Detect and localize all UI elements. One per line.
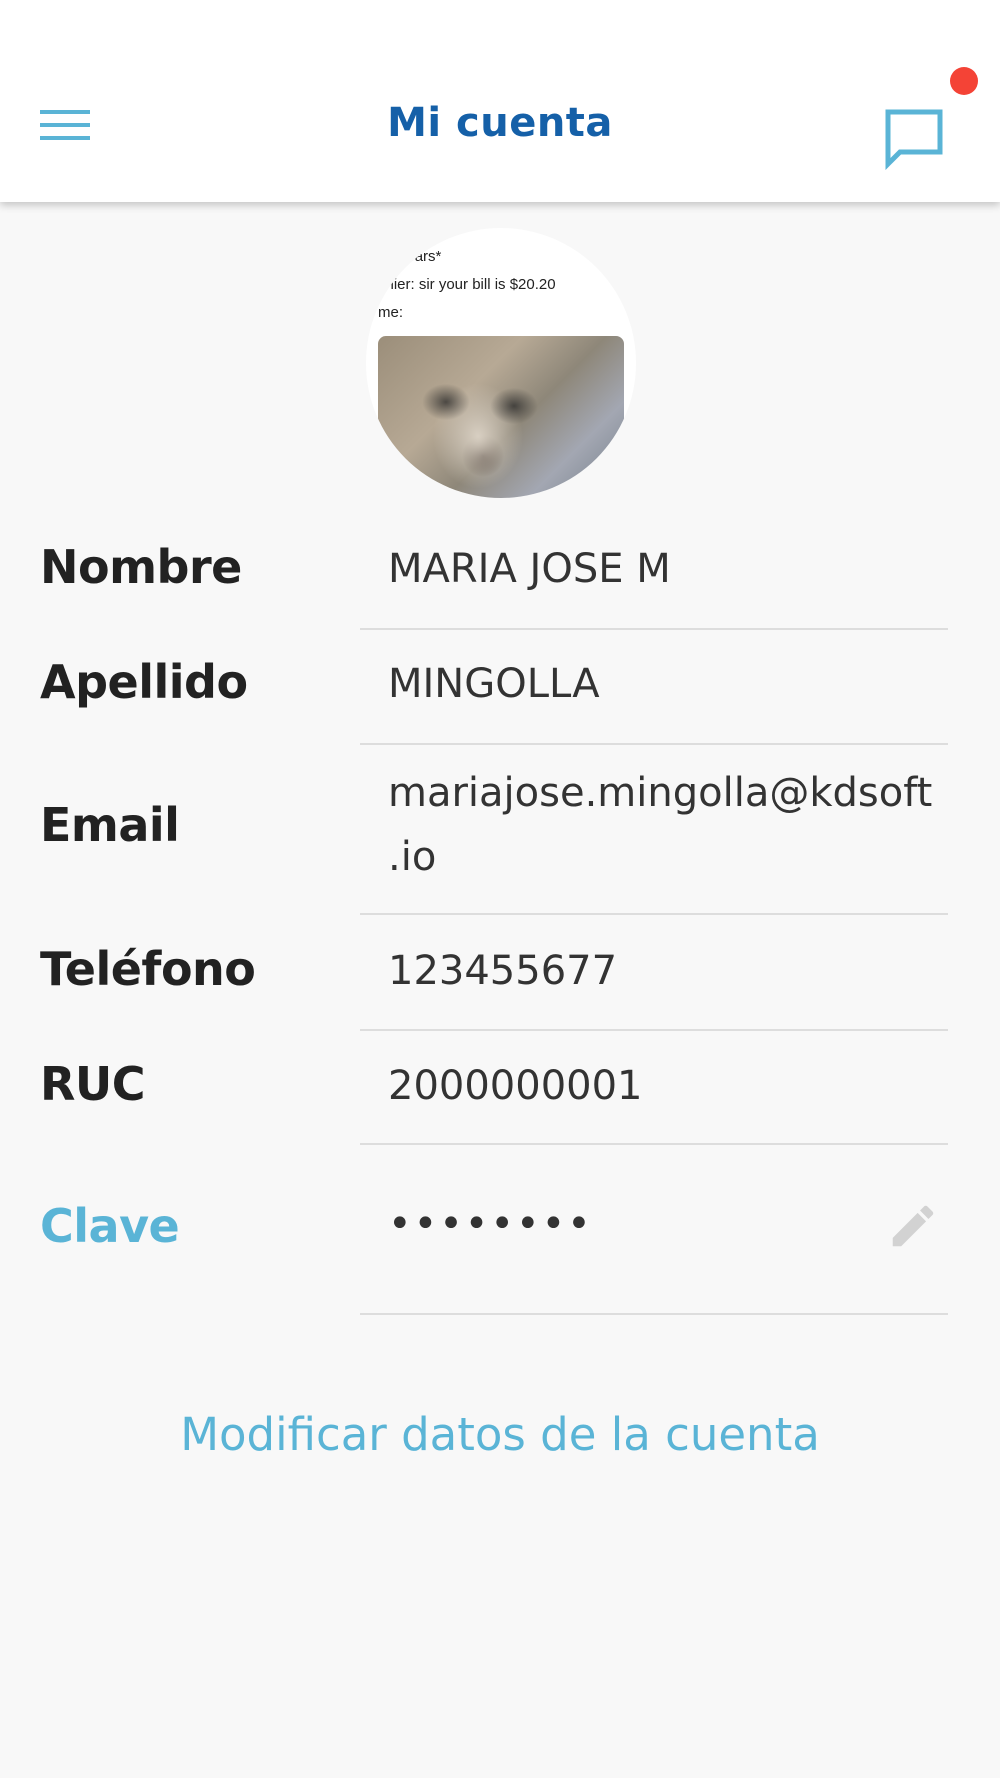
nombre-label: Nombre <box>40 540 242 594</box>
edit-password-button[interactable] <box>886 1199 944 1257</box>
apellido-value: MINGOLLA <box>388 661 600 707</box>
clave-value: •••••••• <box>388 1201 593 1247</box>
email-divider <box>360 913 948 915</box>
email-label: Email <box>40 798 180 852</box>
nombre-value: MARIA JOSE M <box>388 546 671 592</box>
avatar-photo <box>378 336 624 498</box>
clave-divider <box>360 1313 948 1315</box>
ruc-divider <box>360 1143 948 1145</box>
avatar-meme-line-2: shier: sir your bill is $20.20 <box>378 276 556 293</box>
ruc-label: RUC <box>40 1057 146 1111</box>
telefono-label: Teléfono <box>40 942 256 996</box>
app-header: Mi cuenta <box>0 0 1000 202</box>
apellido-label: Apellido <box>40 655 248 709</box>
telefono-divider <box>360 1029 948 1031</box>
page-title: Mi cuenta <box>387 100 613 146</box>
modify-account-link[interactable]: Modificar datos de la cuenta <box>0 1408 1000 1461</box>
clave-label: Clave <box>40 1199 180 1253</box>
telefono-value: 123455677 <box>388 948 618 994</box>
avatar-meme-line-1: 10 years* <box>378 248 442 265</box>
chat-button[interactable] <box>884 108 952 176</box>
notification-badge <box>950 67 978 95</box>
nombre-divider <box>360 628 948 630</box>
apellido-divider <box>360 743 948 745</box>
chat-bubble-icon <box>885 109 943 171</box>
email-value-line-1: mariajose.mingolla@kdsoft <box>388 770 933 816</box>
avatar-meme-line-3: me: <box>378 304 404 321</box>
ruc-value: 2000000001 <box>388 1063 643 1109</box>
email-value-line-2: .io <box>388 834 437 880</box>
pencil-icon <box>892 1205 934 1247</box>
avatar[interactable]: 10 years* shier: sir your bill is $20.20… <box>366 228 636 498</box>
